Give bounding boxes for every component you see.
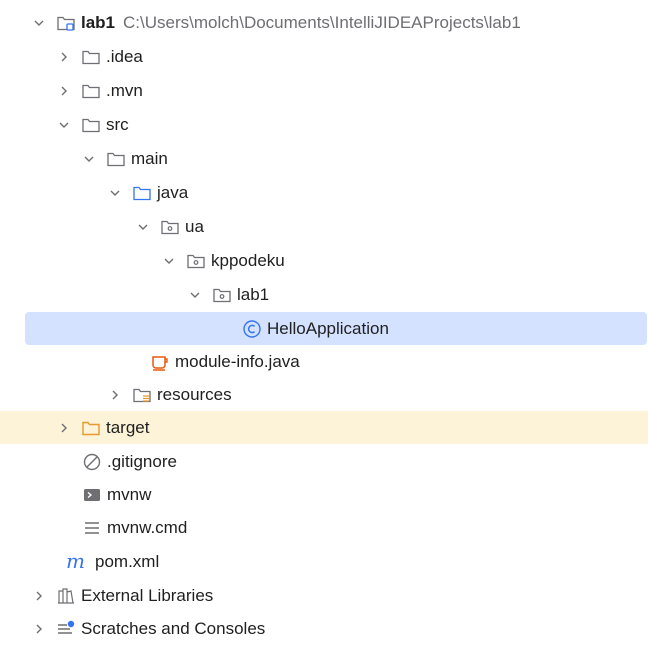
tree-node-idea[interactable]: .idea (0, 40, 648, 73)
tree-node-label: .gitignore (107, 451, 177, 471)
tree-node-external-libraries[interactable]: External Libraries (0, 579, 648, 612)
tree-node-label: .mvn (106, 80, 143, 100)
chevron-right-icon[interactable] (55, 48, 73, 66)
tree-node-label: HelloApplication (267, 318, 389, 338)
tree-node-mvnw-cmd[interactable]: mvnw.cmd (0, 511, 648, 544)
tree-node-label: src (106, 114, 129, 134)
tree-node-label: java (157, 182, 189, 202)
module-folder-icon (56, 13, 76, 33)
package-icon (212, 285, 232, 305)
chevron-right-icon[interactable] (55, 419, 73, 437)
resources-folder-icon (132, 385, 152, 405)
project-name: lab1 (81, 12, 116, 32)
folder-icon (106, 149, 126, 169)
tree-node-mvnw[interactable]: mvnw (0, 478, 648, 511)
chevron-down-icon[interactable] (80, 150, 98, 168)
chevron-right-icon[interactable] (106, 386, 124, 404)
tree-node-hello-application[interactable]: HelloApplication (25, 312, 647, 345)
tree-node-label: Scratches and Consoles (81, 618, 266, 638)
maven-icon: m (66, 552, 90, 572)
tree-node-label: ua (185, 216, 204, 236)
tree-node-module-info[interactable]: module-info.java (0, 345, 648, 378)
svg-text:m: m (66, 552, 85, 572)
tree-node-scratches[interactable]: Scratches and Consoles (0, 612, 648, 645)
tree-node-label: External Libraries (81, 585, 214, 605)
tree-node-mvn[interactable]: .mvn (0, 74, 648, 107)
tree-node-resources[interactable]: resources (0, 378, 648, 411)
ignore-file-icon (82, 452, 102, 472)
chevron-down-icon[interactable] (160, 252, 178, 270)
tree-node-label: module-info.java (175, 351, 300, 371)
chevron-down-icon[interactable] (134, 218, 152, 236)
tree-node-java[interactable]: java (0, 176, 648, 209)
tree-node-src[interactable]: src (0, 108, 648, 141)
library-icon (56, 586, 76, 606)
chevron-right-icon[interactable] (55, 82, 73, 100)
chevron-right-icon[interactable] (30, 587, 48, 605)
excluded-folder-icon (81, 418, 101, 438)
tree-node-ua[interactable]: ua (0, 210, 648, 243)
project-tree: lab1 C:\Users\molch\Documents\IntelliJID… (0, 0, 648, 641)
chevron-down-icon[interactable] (55, 116, 73, 134)
project-path: C:\Users\molch\Documents\IntelliJIDEAPro… (123, 12, 521, 32)
tree-node-label: kppodeku (211, 250, 285, 270)
folder-icon (81, 81, 101, 101)
tree-node-label: target (106, 417, 150, 437)
shell-script-icon (82, 485, 102, 505)
tree-node-label: mvnw (107, 484, 152, 504)
class-icon (242, 319, 262, 339)
package-icon (160, 217, 180, 237)
tree-node-project-root[interactable]: lab1 C:\Users\molch\Documents\IntelliJID… (0, 6, 648, 39)
tree-node-label: .idea (106, 46, 143, 66)
tree-node-label: pom.xml (95, 551, 160, 571)
source-folder-icon (132, 183, 152, 203)
tree-node-label: main (131, 148, 168, 168)
chevron-right-icon[interactable] (30, 620, 48, 638)
chevron-down-icon[interactable] (106, 184, 124, 202)
tree-node-gitignore[interactable]: .gitignore (0, 445, 648, 478)
package-icon (186, 251, 206, 271)
java-file-icon (150, 352, 170, 372)
tree-node-target[interactable]: target (0, 411, 648, 444)
tree-node-kppodeku[interactable]: kppodeku (0, 244, 648, 277)
tree-node-label: mvnw.cmd (107, 517, 188, 537)
tree-node-main[interactable]: main (0, 142, 648, 175)
text-file-icon (82, 518, 102, 538)
chevron-down-icon[interactable] (30, 14, 48, 32)
chevron-down-icon[interactable] (186, 286, 204, 304)
scratches-icon (56, 619, 76, 639)
tree-node-lab1-package[interactable]: lab1 (0, 278, 648, 311)
folder-icon (81, 115, 101, 135)
tree-node-label: lab1 (237, 284, 270, 304)
tree-node-label: resources (157, 384, 232, 404)
tree-node-pom[interactable]: m pom.xml (0, 545, 648, 578)
folder-icon (81, 47, 101, 67)
